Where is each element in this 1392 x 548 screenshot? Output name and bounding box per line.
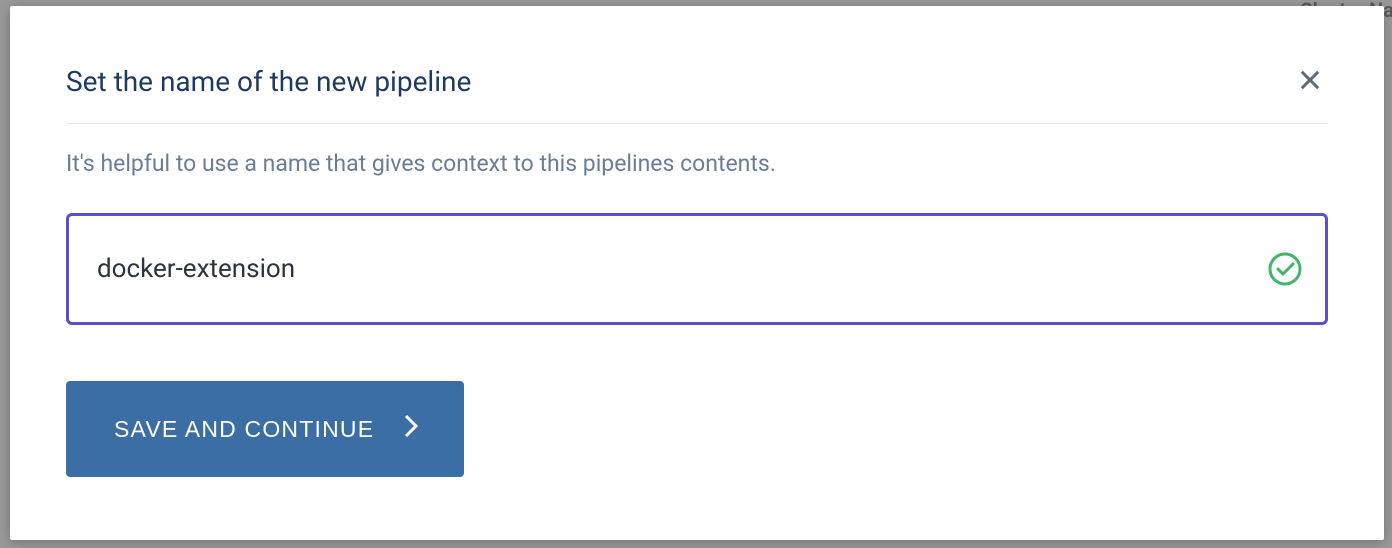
new-pipeline-modal: Set the name of the new pipeline It's he…: [10, 6, 1384, 540]
save-and-continue-button[interactable]: SAVE AND CONTINUE: [66, 381, 464, 477]
close-button[interactable]: [1292, 62, 1328, 101]
modal-subtitle: It's helpful to use a name that gives co…: [66, 150, 1328, 177]
valid-check-icon: [1267, 251, 1303, 287]
pipeline-name-input[interactable]: [97, 254, 1267, 284]
chevron-right-icon: [402, 412, 420, 446]
modal-title: Set the name of the new pipeline: [66, 65, 471, 98]
close-icon: [1296, 66, 1324, 97]
save-button-label: SAVE AND CONTINUE: [114, 416, 374, 443]
pipeline-name-field-wrapper: [66, 213, 1328, 325]
modal-header: Set the name of the new pipeline: [66, 62, 1328, 124]
